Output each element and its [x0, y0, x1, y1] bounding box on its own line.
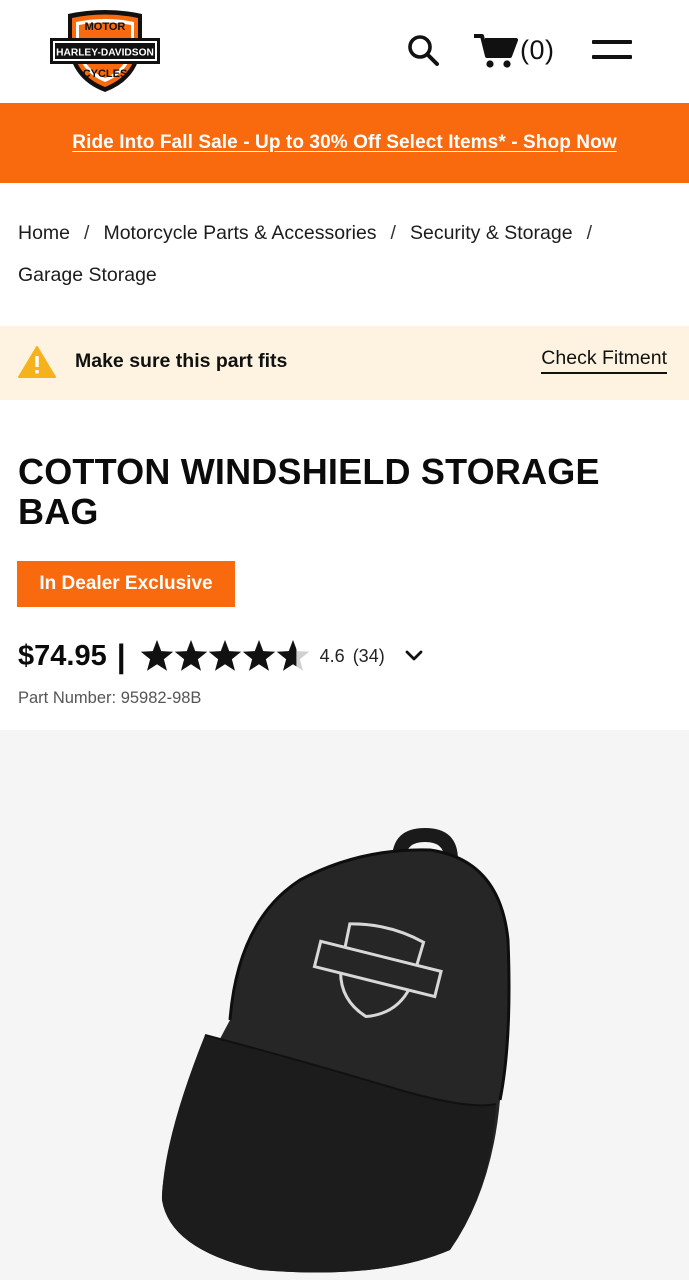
review-count[interactable]: (34): [353, 646, 385, 667]
menu-icon-line: [592, 40, 632, 44]
breadcrumb-motorcycle-parts[interactable]: Motorcycle Parts & Accessories: [103, 222, 376, 244]
fitment-bar: Make sure this part fits Check Fitment: [0, 326, 689, 400]
menu-icon-line: [592, 55, 632, 59]
star-filled-icon: [208, 640, 241, 671]
svg-text:HARLEY-DAVIDSON: HARLEY-DAVIDSON: [56, 48, 154, 59]
breadcrumb-home[interactable]: Home: [18, 222, 70, 244]
svg-text:CYCLES: CYCLES: [83, 68, 128, 80]
search-button[interactable]: [405, 32, 441, 68]
breadcrumb-security-storage[interactable]: Security & Storage: [410, 222, 573, 244]
warning-icon: [18, 346, 56, 378]
harley-davidson-logo[interactable]: MOTOR HARLEY-DAVIDSON CYCLES: [48, 8, 162, 94]
dealer-exclusive-badge: In Dealer Exclusive: [17, 561, 235, 607]
product-title: COTTON WINDSHIELD STORAGE BAG: [18, 451, 600, 532]
star-filled-icon: [174, 640, 207, 671]
promo-link[interactable]: Ride Into Fall Sale - Up to 30% Off Sele…: [72, 132, 616, 154]
breadcrumb-separator: /: [84, 222, 90, 244]
breadcrumb: Home / Motorcycle Parts & Accessories / Secu…: [18, 212, 678, 296]
check-fitment-link[interactable]: Check Fitment: [541, 347, 667, 374]
star-filled-icon: [242, 640, 275, 671]
cart-icon: [474, 34, 518, 68]
product-image-area[interactable]: [0, 730, 689, 1280]
breadcrumb-garage-storage[interactable]: Garage Storage: [18, 264, 157, 286]
chevron-down-icon[interactable]: [403, 645, 425, 667]
rating-value: 4.6: [319, 645, 345, 666]
cart-button[interactable]: (0): [472, 30, 555, 70]
fitment-message: Make sure this part fits: [75, 350, 288, 372]
svg-text:MOTOR: MOTOR: [85, 21, 126, 33]
price-rating-row: $74.95 | 4.6 (34): [18, 632, 425, 680]
star-rating[interactable]: [140, 639, 312, 673]
product-image: [161, 828, 511, 1273]
product-price: $74.95: [18, 639, 107, 672]
site-header: MOTOR HARLEY-DAVIDSON CYCLES (0): [0, 0, 689, 103]
breadcrumb-separator: /: [390, 222, 396, 244]
search-icon: [408, 35, 439, 66]
star-filled-icon: [140, 640, 173, 671]
promo-banner: Ride Into Fall Sale - Up to 30% Off Sele…: [0, 103, 689, 183]
price-separator: |: [116, 637, 126, 674]
breadcrumb-separator: /: [586, 222, 592, 244]
cart-count: (0): [520, 34, 555, 65]
menu-button[interactable]: [590, 36, 634, 64]
part-number: Part Number: 95982-98B: [18, 689, 202, 707]
